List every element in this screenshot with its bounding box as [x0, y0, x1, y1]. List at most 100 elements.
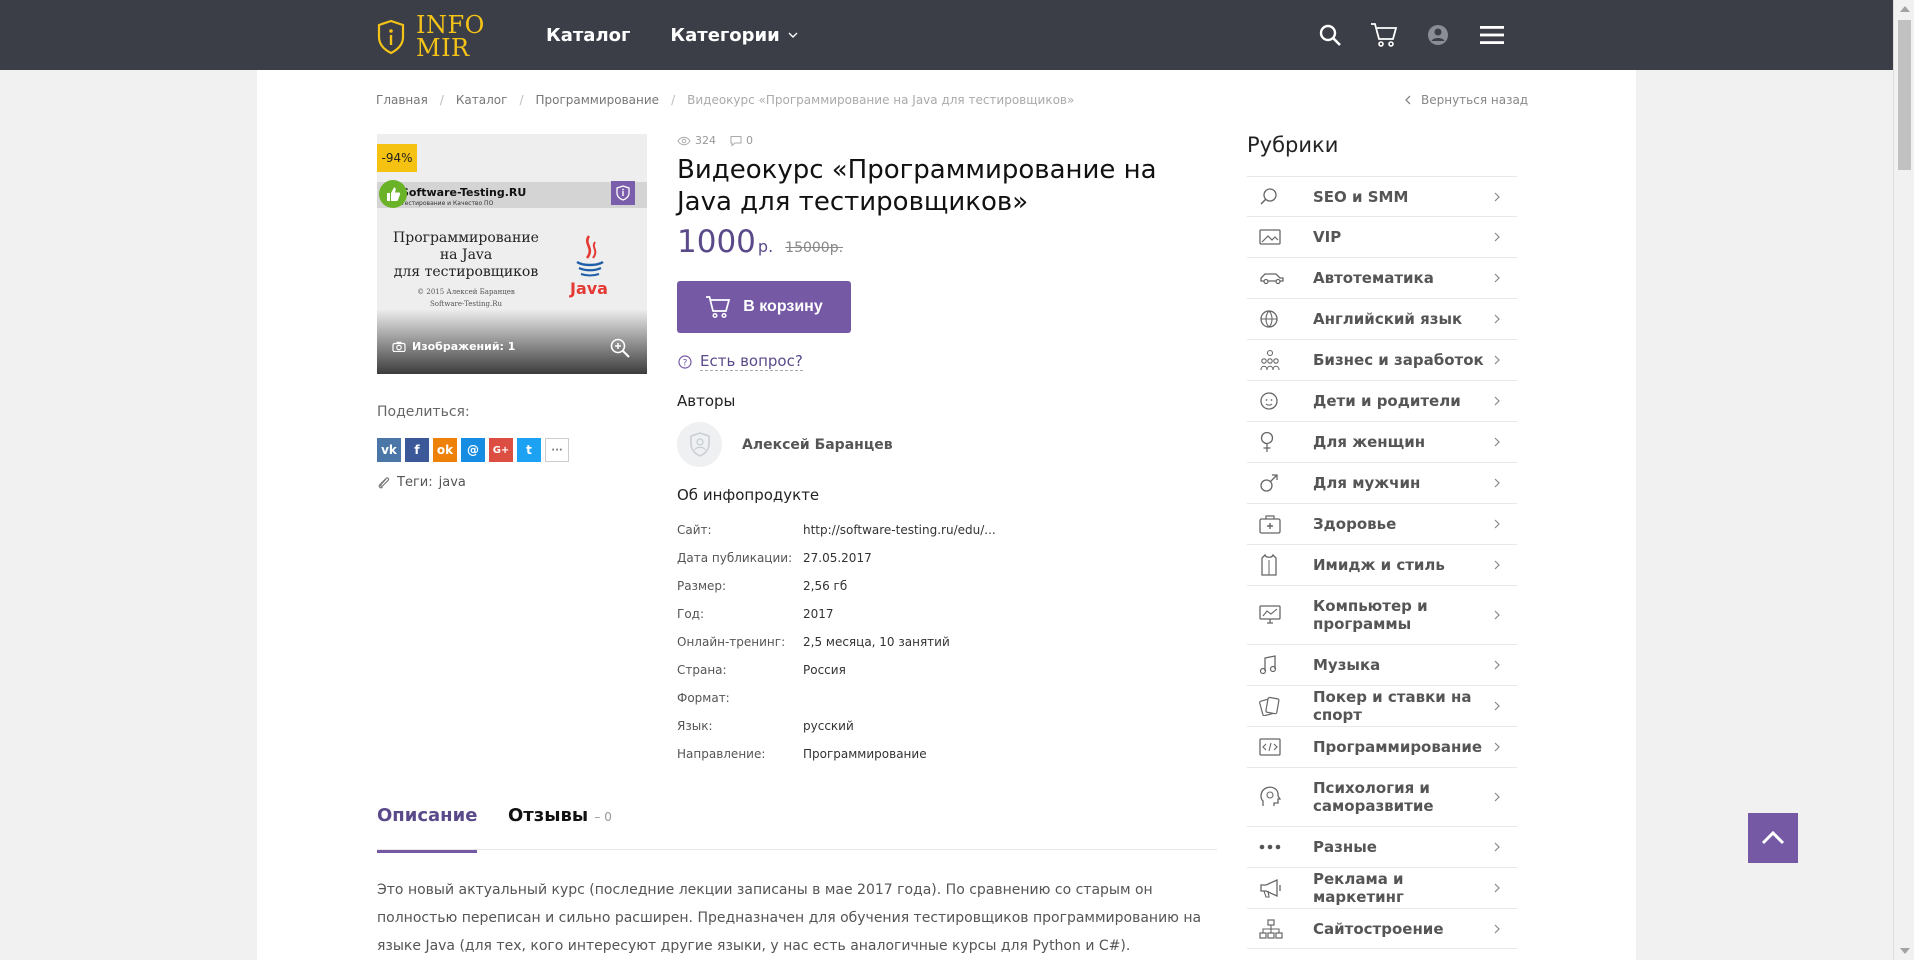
facebook-icon[interactable]: f [405, 438, 429, 462]
views-stat: 324 [677, 134, 716, 147]
header-actions [1314, 0, 1508, 70]
property-key: Год: [677, 607, 704, 621]
more-icon[interactable]: ··· [545, 438, 569, 462]
image-count-label: Изображений: 1 [412, 340, 516, 353]
price-currency: р. [757, 237, 774, 256]
tag-java[interactable]: java [439, 475, 466, 490]
product-image[interactable]: Software-Testing.RU Тестирование и Качес… [377, 134, 647, 374]
cover-title-line-3: для тестировщиков [393, 264, 539, 280]
code-icon [1259, 738, 1289, 756]
sidebar-item-auto[interactable]: Автотематика [1247, 257, 1517, 298]
sidebar-item-women[interactable]: Для женщин [1247, 421, 1517, 462]
add-to-cart-label: В корзину [743, 298, 823, 315]
male-icon [1259, 473, 1289, 493]
chevron-left-icon [1405, 95, 1411, 105]
sidebar-item-music[interactable]: Музыка [1247, 644, 1517, 685]
search-icon [1259, 187, 1289, 207]
sidebar-item-programming[interactable]: Программирование [1247, 726, 1517, 767]
product-tabs: Описание Отзывы – 0 [377, 797, 1217, 853]
sidebar-item-style[interactable]: Имидж и стиль [1247, 544, 1517, 585]
sidebar-item-label: Разные [1313, 838, 1377, 856]
menu-icon[interactable] [1476, 19, 1508, 51]
shield-avatar-icon [689, 431, 710, 457]
add-to-cart-button[interactable]: В корзину [677, 281, 851, 333]
breadcrumb-home[interactable]: Главная [376, 93, 428, 107]
avatar [677, 422, 722, 467]
back-link[interactable]: Вернуться назад [1405, 93, 1528, 107]
authors-heading: Авторы [677, 392, 736, 410]
author-item[interactable]: Алексей Баранцев [677, 422, 893, 467]
cart-icon[interactable] [1368, 19, 1400, 51]
property-value: Программирование [803, 747, 927, 761]
sidebar-item-webdev[interactable]: Сайтостроение [1247, 908, 1517, 949]
sidebar-item-misc[interactable]: Разные [1247, 826, 1517, 867]
breadcrumb-current: Видеокурс «Программирование на Java для … [687, 93, 1075, 107]
property-value-site[interactable]: http://software-testing.ru/edu/... [803, 523, 996, 537]
sidebar-item-psychology[interactable]: Психология и саморазвитие [1247, 767, 1517, 826]
zoom-in-icon[interactable] [610, 338, 630, 358]
chevron-right-icon [1494, 701, 1500, 711]
svg-text:?: ? [683, 358, 688, 368]
breadcrumb-separator: / [439, 93, 444, 107]
property-key: Формат: [677, 691, 730, 705]
share-label: Поделиться: [377, 404, 470, 420]
site-logo[interactable]: INFO MIR [376, 13, 485, 60]
sidebar-item-vip[interactable]: VIP [1247, 216, 1517, 257]
scroll-up-arrow[interactable] [1900, 6, 1910, 12]
scroll-to-top-button[interactable] [1748, 813, 1798, 863]
search-icon[interactable] [1314, 19, 1346, 51]
java-logo-icon: Java [569, 235, 608, 298]
property-key: Направление: [677, 747, 766, 761]
sidebar-item-seo-smm[interactable]: SEO и SMM [1247, 176, 1517, 216]
sidebar-item-marketing[interactable]: Реклама и маркетинг [1247, 867, 1517, 908]
tab-reviews[interactable]: Отзывы – 0 [508, 805, 612, 826]
ask-question-label: Есть вопрос? [700, 352, 803, 371]
question-icon: ? [678, 354, 692, 369]
property-key: Страна: [677, 663, 727, 677]
property-row: Язык: русский [677, 712, 996, 740]
tab-description[interactable]: Описание [377, 805, 478, 853]
thumbs-up-icon[interactable] [379, 180, 407, 208]
sidebar-item-poker[interactable]: Покер и ставки на спорт [1247, 685, 1517, 726]
nav-categories-dropdown[interactable]: Категории [670, 25, 798, 46]
sidebar-item-label: Покер и ставки на спорт [1313, 688, 1472, 724]
moimir-icon[interactable]: @ [461, 438, 485, 462]
googleplus-icon[interactable]: G+ [489, 438, 513, 462]
brain-icon [1259, 786, 1289, 808]
sidebar-item-men[interactable]: Для мужчин [1247, 462, 1517, 503]
sidebar-item-kids[interactable]: Дети и родители [1247, 380, 1517, 421]
page-scrollbar[interactable] [1893, 0, 1914, 960]
nav-catalog-link[interactable]: Каталог [546, 25, 630, 46]
odnoklassniki-icon[interactable]: ok [433, 438, 457, 462]
twitter-icon[interactable]: t [517, 438, 541, 462]
breadcrumb-programming[interactable]: Программирование [535, 93, 659, 107]
sidebar-item-business[interactable]: Бизнес и заработок [1247, 339, 1517, 380]
chevron-right-icon [1494, 742, 1500, 752]
sidebar-item-health[interactable]: Здоровье [1247, 503, 1517, 544]
sidebar-categories: SEO и SMM VIP Автотематика Английский яз… [1247, 176, 1517, 949]
property-value: 27.05.2017 [803, 551, 872, 565]
tab-reviews-label: Отзывы [508, 805, 589, 826]
sidebar-item-computer[interactable]: Компьютер и программы [1247, 585, 1517, 644]
people-icon [1259, 349, 1289, 371]
breadcrumb-catalog[interactable]: Каталог [456, 93, 508, 107]
sidebar-item-label: Для мужчин [1313, 474, 1421, 492]
property-row: Размер: 2,56 гб [677, 572, 996, 600]
megaphone-icon [1259, 878, 1289, 898]
user-icon[interactable] [1422, 19, 1454, 51]
sidebar-item-english[interactable]: Английский язык [1247, 298, 1517, 339]
ask-question-link[interactable]: ? Есть вопрос? [678, 352, 803, 371]
author-name: Алексей Баранцев [742, 436, 893, 453]
scroll-down-arrow[interactable] [1900, 948, 1910, 954]
property-key: Сайт: [677, 523, 712, 537]
sidebar-item-label: Автотематика [1313, 269, 1434, 287]
scrollbar-thumb[interactable] [1898, 20, 1911, 170]
chevron-right-icon [1494, 883, 1500, 893]
current-price: 1000 [677, 224, 756, 260]
vk-icon[interactable]: vk [377, 438, 401, 462]
tags-label: Теги: [397, 475, 433, 490]
chevron-right-icon [1494, 273, 1500, 283]
main-nav: Каталог Категории [546, 0, 798, 70]
chevron-right-icon [1494, 192, 1500, 201]
cover-title-line-2: на Java [439, 247, 493, 263]
